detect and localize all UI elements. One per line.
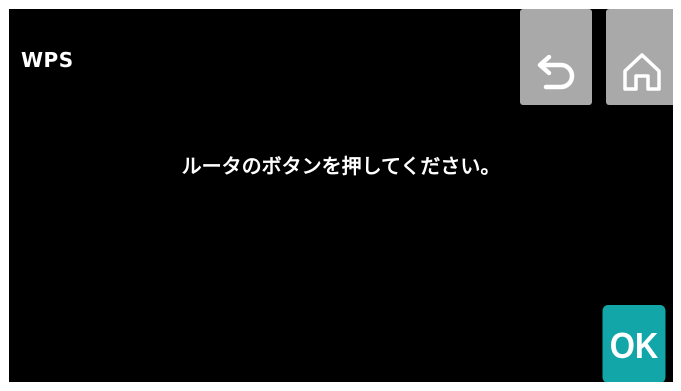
page-title: WPS <box>21 48 74 72</box>
home-icon <box>623 53 661 91</box>
back-button[interactable] <box>520 9 592 105</box>
back-arrow-icon <box>537 55 575 90</box>
ok-button[interactable]: OK <box>602 305 666 382</box>
home-button[interactable] <box>606 9 673 105</box>
wps-screen: WPS ルータのボタンを押してください。 OK <box>9 9 673 382</box>
instruction-message: ルータのボタンを押してください。 <box>181 154 501 178</box>
